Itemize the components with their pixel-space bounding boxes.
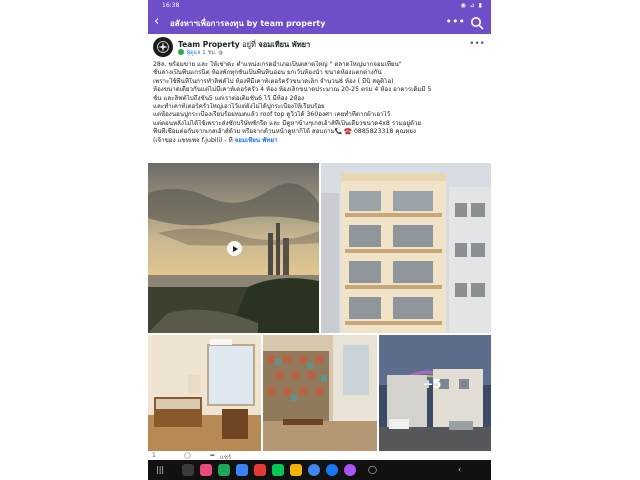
post-line: ห้องขนาดเดียวกันแต่ไม่มีเคาท์เตอร์ครัว 4… bbox=[153, 86, 432, 94]
chat-icon[interactable] bbox=[218, 464, 230, 476]
calendar-icon[interactable] bbox=[290, 464, 302, 476]
like-count: 1 bbox=[152, 452, 156, 459]
share-icon[interactable]: ➦ bbox=[210, 452, 215, 459]
mail-icon[interactable] bbox=[236, 464, 248, 476]
kitchen-scene bbox=[263, 335, 377, 451]
beach-video[interactable] bbox=[148, 163, 319, 333]
admin-badge-icon bbox=[178, 49, 184, 55]
post-line-last: (เจ้าของ แชทเพจ f.jubili) - ที่ จอมเทียน… bbox=[153, 137, 486, 145]
building-facade[interactable] bbox=[321, 163, 491, 333]
bedroom-scene bbox=[148, 335, 261, 451]
post-more-button[interactable]: ••• bbox=[469, 39, 485, 49]
grid-icon[interactable] bbox=[182, 464, 194, 476]
post-line: ชั้นล่างเป็นพื้นแกรนิต ห้องพักทุกชั้นเป็… bbox=[153, 69, 382, 77]
avatar[interactable] bbox=[153, 37, 173, 57]
post-line: 28ล. พร้อมขาย และ ให้เช่าค่ะ ตำแหน่งเกรด… bbox=[153, 61, 402, 68]
group-app-bar: ‹ อสังหาฯเพื่อการลงทุน by team property … bbox=[148, 12, 491, 34]
post-line: พื้นที่เชื่อมต่อกันจากเกสเฮ้าส์ด้วย หรือ… bbox=[153, 128, 416, 136]
facebook-icon[interactable] bbox=[326, 464, 338, 476]
group-title: อสังหาฯเพื่อการลงทุน by team property bbox=[170, 19, 326, 28]
back-button[interactable]: ‹ bbox=[458, 465, 461, 474]
team-logo-icon bbox=[157, 41, 169, 53]
search-icon[interactable] bbox=[470, 16, 484, 30]
home-button[interactable]: ◯ bbox=[368, 465, 377, 474]
status-icons: ◉ ⊿ ▮ bbox=[460, 2, 483, 9]
street-view[interactable]: +5 bbox=[379, 335, 491, 451]
post-line: แต่ห้องนอนปูกระเบื้องเรียบร้อยหมดแล้ว ro… bbox=[153, 111, 391, 119]
post-line: ชั้น และลิฟต์ไปถึงชั้น5 แต่เราต่อเติมชั้… bbox=[153, 94, 305, 102]
bottom-taskbar: ||| ◯ ‹ bbox=[148, 460, 491, 480]
author-location[interactable]: จอมเทียน พัทยา bbox=[258, 40, 310, 49]
author-name[interactable]: Team Property bbox=[178, 40, 240, 49]
admin-badge-label: ผู้ดูแล bbox=[186, 50, 201, 56]
play-icon[interactable] bbox=[227, 241, 242, 256]
phone-screen: 16:38 ◉ ⊿ ▮ ‹ อสังหาฯเพื่อการลงทุน by te… bbox=[148, 0, 491, 480]
chrome-icon[interactable] bbox=[308, 464, 320, 476]
post-time: 1 ชม. bbox=[202, 50, 217, 56]
bedroom[interactable] bbox=[148, 335, 261, 451]
comment-icon[interactable]: ◯ bbox=[184, 452, 191, 459]
post-line: และทำเคาท์เตอร์ครัวใหญ่เอาไว้แต่ยังไม่ได… bbox=[153, 103, 325, 111]
youtube-icon[interactable] bbox=[254, 464, 266, 476]
back-arrow-icon[interactable]: ‹ bbox=[154, 15, 159, 29]
status-bar: 16:38 ◉ ⊿ ▮ bbox=[148, 0, 491, 12]
recent-apps-button[interactable]: ||| bbox=[156, 465, 164, 474]
location-link[interactable]: จอมเทียน พัทยา bbox=[235, 137, 278, 144]
more-options-button[interactable]: ••• bbox=[446, 15, 465, 28]
building-scene bbox=[321, 163, 491, 333]
post-line: (เจ้าของ แชทเพจ f.jubili) - ที่ bbox=[153, 136, 233, 144]
tiled-kitchen[interactable] bbox=[263, 335, 377, 451]
street-scene bbox=[379, 335, 491, 451]
post-header: Team Property อยู่ที่ จอมเทียน พัทยา ผู้… bbox=[148, 34, 491, 58]
messenger-icon[interactable] bbox=[344, 464, 356, 476]
status-time: 16:38 bbox=[162, 2, 180, 9]
line-icon[interactable] bbox=[272, 464, 284, 476]
gallery-icon[interactable] bbox=[200, 464, 212, 476]
post-meta: ผู้ดูแล 1 ชม. ◍ bbox=[178, 49, 223, 57]
post-line: เพราะใช้พื้นที่ในการทำลิฟต์ไป ห้องที่มีเ… bbox=[153, 77, 394, 85]
post-line: แต่ตอนหลังไม่ได้ใช้เพราะส่งซักบริษัทซักร… bbox=[153, 119, 422, 127]
location-prefix: อยู่ที่ bbox=[242, 40, 256, 49]
more-photos-count: +5 bbox=[423, 377, 442, 391]
post-body: 28ล. พร้อมขาย และ ให้เช่าค่ะ ตำแหน่งเกรด… bbox=[153, 61, 486, 145]
globe-icon: ◍ bbox=[218, 50, 224, 56]
